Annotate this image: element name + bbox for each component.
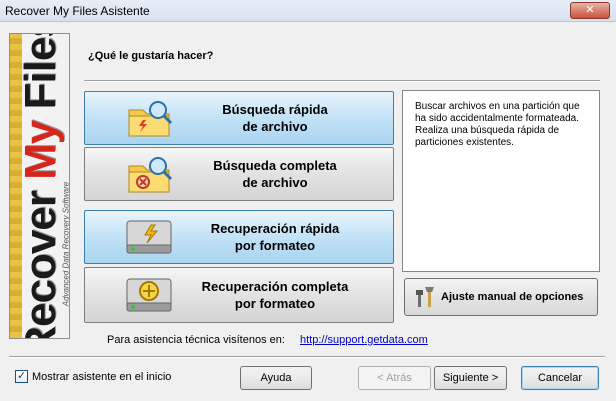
- close-icon: ✕: [585, 4, 595, 16]
- next-button[interactable]: Siguiente >: [434, 366, 507, 390]
- support-line: Para asistencia técnica visítenos en: ht…: [107, 334, 428, 346]
- option-label: Recuperación completa por formateo: [201, 279, 349, 311]
- support-text: Para asistencia técnica visítenos en:: [107, 334, 285, 346]
- back-button[interactable]: < Atrás: [358, 366, 431, 390]
- close-button[interactable]: ✕: [570, 2, 610, 19]
- manual-options-button[interactable]: Ajuste manual de opciones: [404, 278, 598, 316]
- option-label: Búsqueda completa de archivo: [213, 158, 337, 190]
- show-wizard-label: Mostrar asistente en el inicio: [32, 370, 172, 383]
- option-quick-file-search-button[interactable]: Búsqueda rápida de archivo: [84, 91, 394, 145]
- window-title: Recover My Files Asistente: [5, 4, 150, 18]
- cancel-button[interactable]: Cancelar: [521, 366, 599, 390]
- divider: [9, 356, 605, 358]
- option-label: Búsqueda rápida de archivo: [222, 102, 328, 134]
- logo-word-recover: Recover: [16, 191, 65, 339]
- tools-icon: [416, 287, 434, 307]
- divider: [84, 80, 600, 82]
- title-bar: Recover My Files Asistente ✕: [0, 0, 616, 22]
- option-complete-file-search-button[interactable]: Búsqueda completa de archivo: [84, 147, 394, 201]
- help-button[interactable]: Ayuda: [240, 366, 312, 390]
- logo-word-my: My: [16, 120, 65, 180]
- support-link[interactable]: http://support.getdata.com: [300, 334, 428, 346]
- logo-text: Recover My Files: [16, 33, 66, 339]
- logo-tagline: Advanced Data Recovery Software: [61, 181, 70, 307]
- show-wizard-checkbox[interactable]: Mostrar asistente en el inicio: [15, 369, 172, 383]
- logo-word-files: Files: [16, 33, 65, 110]
- page-question: ¿Qué le gustaría hacer?: [88, 50, 214, 62]
- option-description: Buscar archivos en una partición que ha …: [402, 90, 600, 272]
- checkbox-checked-icon[interactable]: [15, 369, 28, 383]
- product-logo-banner: Recover My Files Advanced Data Recovery …: [9, 33, 70, 339]
- option-quick-format-recovery-button[interactable]: Recuperación rápida por formateo: [84, 210, 394, 264]
- manual-options-label: Ajuste manual de opciones: [441, 291, 584, 303]
- wizard-body: Recover My Files Advanced Data Recovery …: [0, 22, 616, 401]
- option-complete-format-recovery-button[interactable]: Recuperación completa por formateo: [84, 267, 394, 323]
- option-label: Recuperación rápida por formateo: [210, 221, 340, 253]
